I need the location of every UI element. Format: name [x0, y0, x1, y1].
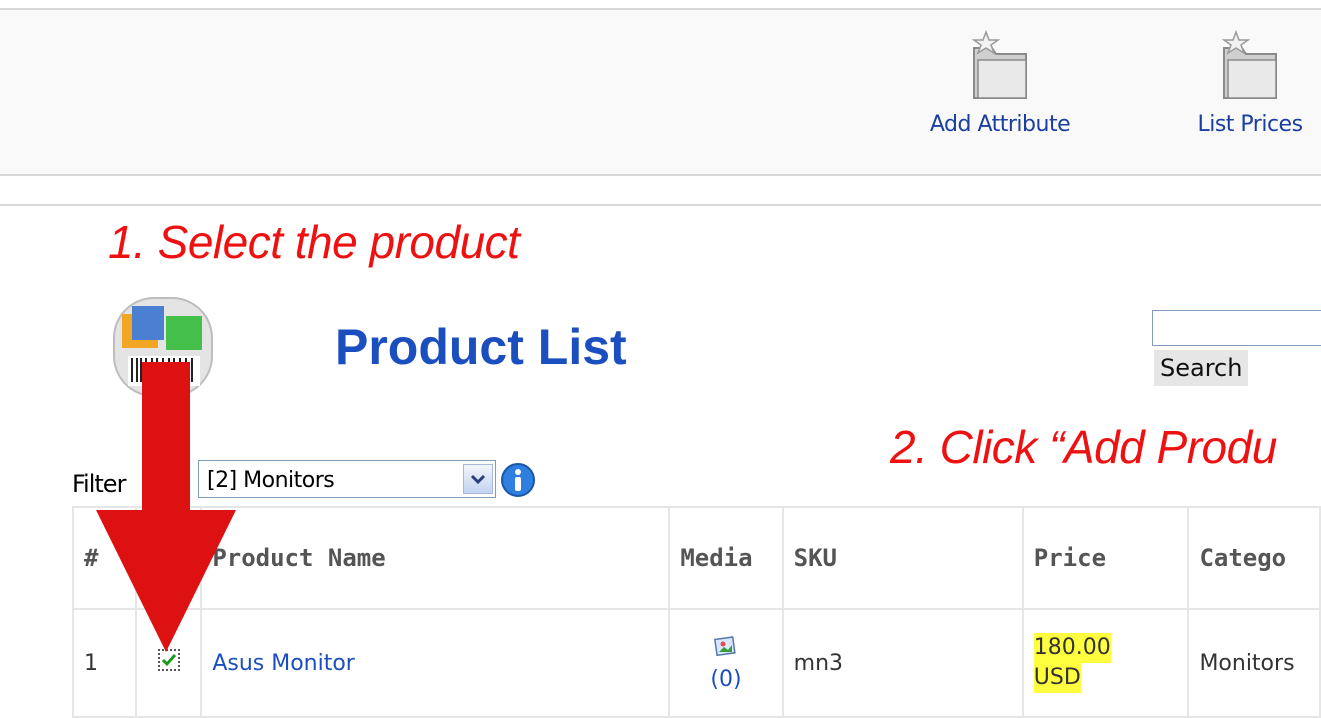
table-row: 1 Asus Monitor (0) mn3 180.00 USD Monito… — [71, 608, 1321, 718]
row-sku: mn3 — [781, 608, 1024, 718]
search-input[interactable] — [1152, 310, 1321, 346]
price-amount[interactable]: 180.00 — [1033, 633, 1111, 663]
row-media-cell: (0) — [668, 608, 784, 718]
table-header-row: # Product Name Media SKU Price Catego — [71, 506, 1321, 610]
toolbar: Add Attribute List Prices — [0, 8, 1321, 176]
category-filter-select[interactable]: [2] Monitors — [198, 460, 496, 498]
header-price[interactable]: Price — [1021, 506, 1190, 610]
down-arrow-icon — [96, 362, 236, 652]
header-media: Media — [668, 506, 784, 610]
chevron-down-icon[interactable] — [463, 464, 493, 494]
header-sku[interactable]: SKU — [781, 506, 1024, 610]
header-category[interactable]: Catego — [1187, 506, 1321, 610]
annotation-step-2: 2. Click “Add Produ — [890, 421, 1277, 473]
row-name-cell: Asus Monitor — [200, 608, 671, 718]
annotation-step-1: 1. Select the product — [108, 216, 520, 268]
price-currency[interactable]: USD — [1033, 663, 1081, 693]
star-folder-icon — [1221, 30, 1277, 99]
media-count-link[interactable]: (0) — [680, 667, 771, 692]
image-icon[interactable] — [713, 635, 738, 659]
header-product-name[interactable]: Product Name — [200, 506, 671, 610]
separator — [0, 204, 1321, 206]
list-prices-label: List Prices — [1197, 112, 1303, 137]
star-folder-icon — [971, 30, 1027, 99]
add-attribute-label: Add Attribute — [929, 112, 1071, 137]
list-prices-button[interactable]: List Prices — [1180, 30, 1320, 137]
add-attribute-button[interactable]: Add Attribute — [912, 30, 1088, 137]
info-icon[interactable] — [500, 462, 536, 498]
search-button[interactable]: Search — [1154, 350, 1249, 386]
product-table: # Product Name Media SKU Price Catego 1 … — [71, 506, 1321, 718]
page-title: Product List — [335, 319, 627, 375]
row-price-cell: 180.00 USD — [1021, 608, 1190, 718]
row-category: Monitors — [1187, 608, 1321, 718]
